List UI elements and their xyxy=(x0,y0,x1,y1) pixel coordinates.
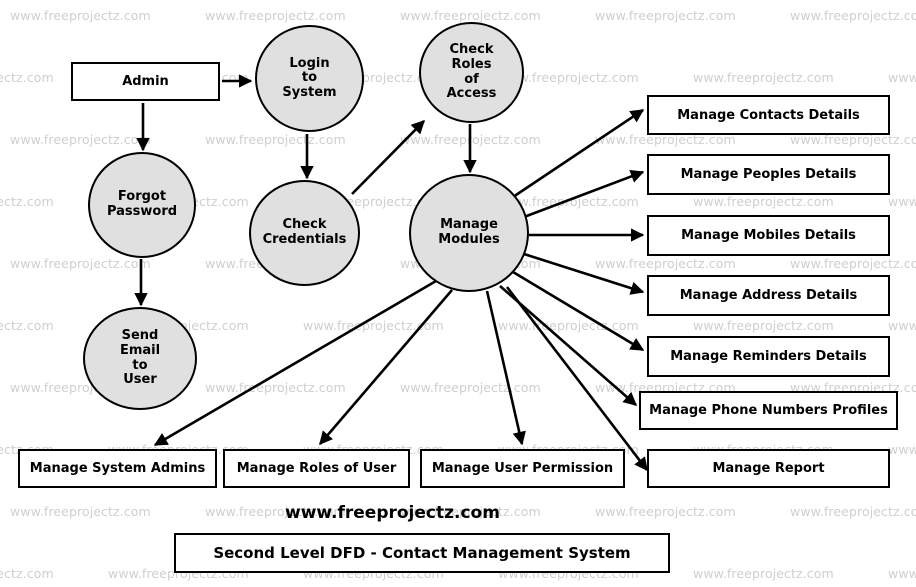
page-title: Second Level DFD - Contact Management Sy… xyxy=(213,544,631,562)
datastore-manage-reminders-details-label: Manage Reminders Details xyxy=(670,349,867,364)
datastore-manage-system-admins[interactable]: Manage System Admins xyxy=(18,449,217,488)
process-check-roles-of-access-label: Check Roles of Access xyxy=(446,42,497,102)
datastore-manage-reminders-details[interactable]: Manage Reminders Details xyxy=(647,336,890,377)
datastore-manage-contacts-details[interactable]: Manage Contacts Details xyxy=(647,95,890,135)
datastore-manage-address-details[interactable]: Manage Address Details xyxy=(647,275,890,316)
datastore-manage-phone-numbers-profiles-label: Manage Phone Numbers Profiles xyxy=(649,403,888,418)
external-entity-admin[interactable]: Admin xyxy=(71,62,220,101)
process-manage-modules[interactable]: Manage Modules xyxy=(409,174,529,292)
datastore-manage-address-details-label: Manage Address Details xyxy=(679,288,858,303)
datastore-manage-report[interactable]: Manage Report xyxy=(647,449,890,488)
external-entity-admin-label: Admin xyxy=(122,74,169,89)
datastore-manage-user-permission-label: Manage User Permission xyxy=(431,461,614,476)
datastore-manage-roles-of-user-label: Manage Roles of User xyxy=(236,461,397,476)
datastore-manage-system-admins-label: Manage System Admins xyxy=(29,461,206,476)
datastore-manage-mobiles-details-label: Manage Mobiles Details xyxy=(681,228,856,243)
process-check-credentials-label: Check Credentials xyxy=(262,217,347,247)
process-login-to-system[interactable]: Login to System xyxy=(255,25,364,132)
datastore-manage-roles-of-user[interactable]: Manage Roles of User xyxy=(223,449,410,488)
process-forgot-password-label: Forgot Password xyxy=(106,189,178,219)
datastore-manage-user-permission[interactable]: Manage User Permission xyxy=(420,449,625,488)
diagram-title-box: Second Level DFD - Contact Management Sy… xyxy=(174,533,670,573)
process-send-email-to-user[interactable]: Send Email to User xyxy=(83,307,197,410)
process-login-to-system-label: Login to System xyxy=(282,55,337,100)
brand-caption: www.freeprojectz.com xyxy=(285,503,500,523)
process-check-roles-of-access[interactable]: Check Roles of Access xyxy=(419,22,524,123)
datastore-manage-contacts-details-label: Manage Contacts Details xyxy=(677,107,860,123)
process-forgot-password[interactable]: Forgot Password xyxy=(88,152,196,258)
process-send-email-to-user-label: Send Email to User xyxy=(119,328,161,388)
datastore-manage-report-label: Manage Report xyxy=(712,461,825,476)
datastore-manage-phone-numbers-profiles[interactable]: Manage Phone Numbers Profiles xyxy=(639,391,898,430)
datastore-manage-mobiles-details[interactable]: Manage Mobiles Details xyxy=(647,215,890,256)
process-manage-modules-label: Manage Modules xyxy=(438,217,500,247)
datastore-manage-peoples-details[interactable]: Manage Peoples Details xyxy=(647,154,890,195)
dfd-diagram-canvas: www.freeprojectz.com www.freeprojectz.com… xyxy=(0,0,916,587)
process-check-credentials[interactable]: Check Credentials xyxy=(249,180,360,286)
datastore-manage-peoples-details-label: Manage Peoples Details xyxy=(680,167,857,182)
